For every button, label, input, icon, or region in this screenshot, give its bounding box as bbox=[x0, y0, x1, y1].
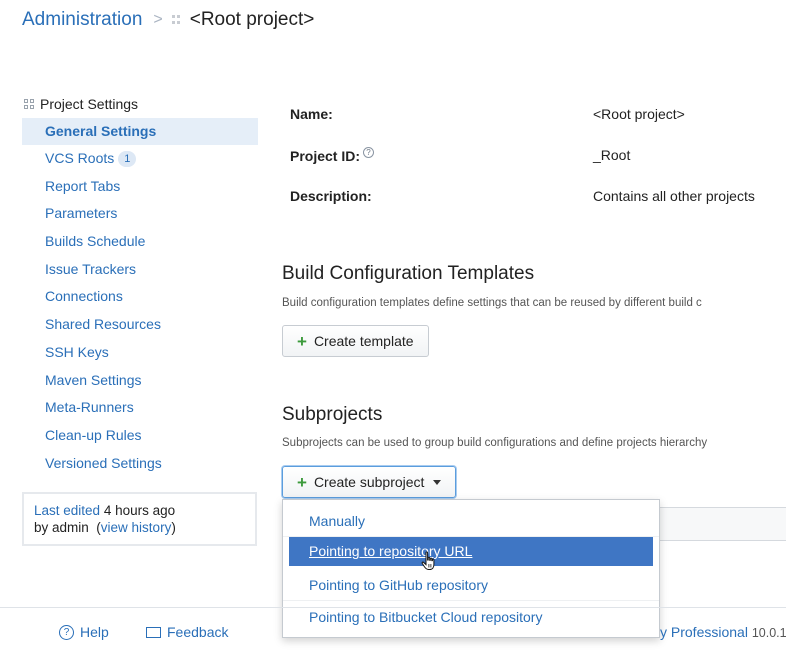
grid-icon bbox=[24, 99, 34, 109]
create-subproject-menu: Manually Pointing to repository URL Poin… bbox=[282, 499, 660, 638]
sidebar-item-label: Report Tabs bbox=[45, 177, 121, 194]
menu-item-repository-url[interactable]: Pointing to repository URL bbox=[289, 537, 653, 566]
hand-cursor-icon bbox=[421, 551, 435, 570]
description-label: Description: bbox=[290, 188, 372, 204]
project-settings-header: Project Settings bbox=[22, 93, 258, 115]
sidebar-item-builds-schedule[interactable]: Builds Schedule bbox=[22, 228, 258, 256]
last-edited-line: Last edited 4 hours ago bbox=[34, 503, 245, 520]
project-icon bbox=[171, 15, 182, 25]
edited-by-line: by admin (view history) bbox=[34, 520, 245, 537]
templates-description: Build configuration templates define set… bbox=[282, 297, 702, 309]
feedback-link[interactable]: Feedback bbox=[146, 624, 228, 640]
version-number: 10.0.1 bbox=[751, 626, 786, 640]
name-label: Name: bbox=[290, 106, 333, 122]
sidebar-item-vcs-roots[interactable]: VCS Roots 1 bbox=[22, 145, 258, 173]
chevron-down-icon bbox=[433, 479, 442, 485]
sidebar-item-label: Shared Resources bbox=[45, 316, 161, 333]
feedback-label: Feedback bbox=[167, 624, 229, 640]
plus-icon: + bbox=[297, 331, 307, 351]
sidebar-item-label: Builds Schedule bbox=[45, 233, 146, 250]
breadcrumb-separator: > bbox=[153, 11, 163, 28]
create-template-button[interactable]: + Create template bbox=[282, 325, 429, 357]
templates-title: Build Configuration Templates bbox=[282, 263, 535, 284]
vcs-roots-count-badge: 1 bbox=[118, 151, 137, 167]
menu-item-manually[interactable]: Manually bbox=[283, 505, 659, 537]
footer-divider bbox=[0, 607, 786, 608]
sidebar-item-label: Maven Settings bbox=[45, 371, 142, 388]
description-value: Contains all other projects bbox=[593, 188, 755, 204]
create-subproject-label: Create subproject bbox=[313, 474, 425, 490]
help-label: Help bbox=[80, 624, 109, 640]
last-edited-time: 4 hours ago bbox=[103, 503, 176, 518]
sidebar-item-label: Parameters bbox=[45, 205, 118, 222]
sidebar-item-label: General Settings bbox=[45, 123, 157, 139]
help-circle-icon: ? bbox=[59, 624, 74, 640]
project-settings-label: Project Settings bbox=[40, 96, 139, 112]
sidebar-item-parameters[interactable]: Parameters bbox=[22, 200, 258, 228]
help-icon[interactable]: ? bbox=[363, 147, 375, 158]
sidebar-item-maven-settings[interactable]: Maven Settings bbox=[22, 367, 258, 395]
subprojects-title: Subprojects bbox=[282, 404, 383, 425]
create-subproject-button[interactable]: + Create subproject bbox=[282, 466, 457, 498]
plus-icon: + bbox=[297, 472, 307, 492]
sidebar-item-ssh-keys[interactable]: SSH Keys bbox=[22, 339, 258, 367]
sidebar-item-meta-runners[interactable]: Meta-Runners bbox=[22, 394, 258, 422]
sidebar-item-versioned-settings[interactable]: Versioned Settings bbox=[22, 450, 258, 478]
sidebar-item-connections[interactable]: Connections bbox=[22, 283, 258, 311]
sidebar-item-label: Clean-up Rules bbox=[45, 426, 142, 443]
create-template-label: Create template bbox=[313, 333, 414, 349]
project-id-label-wrap: Project ID:? bbox=[290, 147, 375, 164]
edition-link[interactable]: y Professional bbox=[660, 624, 748, 640]
sidebar-item-issue-trackers[interactable]: Issue Trackers bbox=[22, 256, 258, 284]
project-id-label: Project ID: bbox=[290, 148, 361, 164]
edited-by-user: by admin bbox=[34, 519, 89, 535]
sidebar-item-report-tabs[interactable]: Report Tabs bbox=[22, 173, 258, 201]
sidebar-item-shared-resources[interactable]: Shared Resources bbox=[22, 311, 258, 339]
breadcrumb: Administration > <Root project> bbox=[22, 9, 314, 31]
sidebar-item-label: SSH Keys bbox=[45, 343, 109, 360]
last-edited-box: Last edited 4 hours ago by admin (view h… bbox=[22, 492, 257, 546]
breadcrumb-current-project: <Root project> bbox=[189, 9, 315, 30]
sidebar-item-label: Connections bbox=[45, 288, 123, 305]
feedback-icon bbox=[146, 626, 161, 638]
breadcrumb-administration-link[interactable]: Administration bbox=[22, 9, 142, 31]
subprojects-description: Subprojects can be used to group build c… bbox=[282, 437, 708, 449]
menu-item-github[interactable]: Pointing to GitHub repository bbox=[283, 569, 659, 601]
last-edited-label: Last edited bbox=[34, 503, 101, 518]
close-paren: ) bbox=[171, 519, 176, 535]
sidebar-item-label: Meta-Runners bbox=[45, 399, 134, 416]
sidebar-item-label: Versioned Settings bbox=[45, 454, 162, 471]
sidebar-item-label: Issue Trackers bbox=[45, 260, 137, 277]
sidebar-item-label: VCS Roots bbox=[45, 150, 115, 166]
background-field bbox=[657, 507, 786, 541]
help-link[interactable]: ? Help bbox=[59, 624, 109, 640]
name-value: <Root project> bbox=[593, 106, 685, 122]
sidebar-item-clean-up-rules[interactable]: Clean-up Rules bbox=[22, 422, 258, 450]
view-history-link[interactable]: view history bbox=[101, 520, 172, 535]
sidebar-nav: General Settings VCS Roots 1 Report Tabs … bbox=[22, 118, 258, 477]
sidebar: Project Settings General Settings VCS Ro… bbox=[22, 93, 258, 477]
menu-item-bitbucket[interactable]: Pointing to Bitbucket Cloud repository bbox=[283, 601, 659, 633]
edition-info: y Professional 10.0.1 bbox=[660, 624, 786, 640]
sidebar-item-general-settings[interactable]: General Settings bbox=[22, 118, 258, 145]
project-id-value: _Root bbox=[593, 147, 631, 163]
